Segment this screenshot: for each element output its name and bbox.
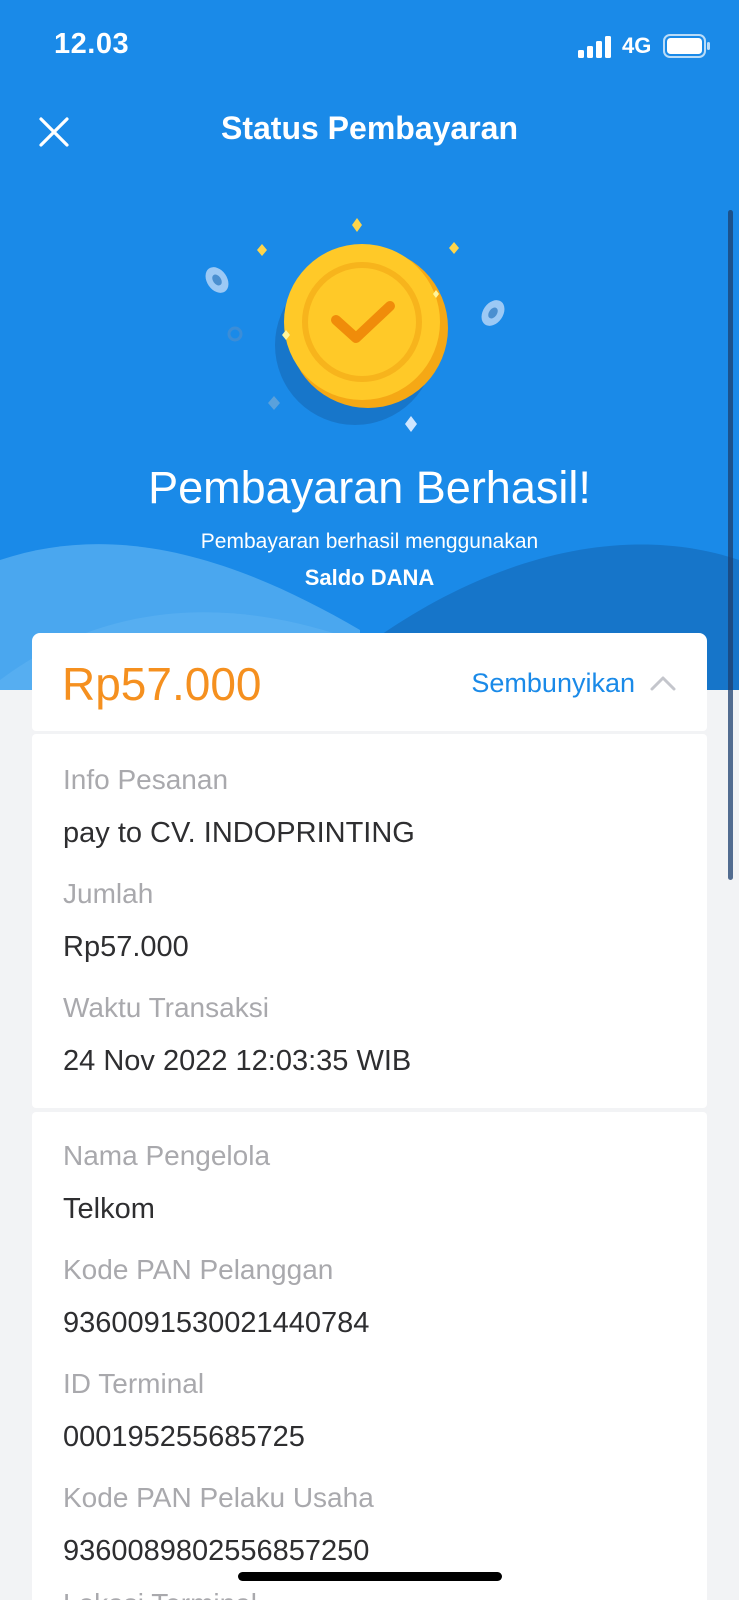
success-subtitle: Pembayaran berhasil menggunakan <box>200 530 539 553</box>
customer-pan-label: Kode PAN Pelanggan <box>63 1254 334 1285</box>
payment-method: Saldo DANA <box>304 565 435 590</box>
terminal-id-label: ID Terminal <box>63 1368 205 1399</box>
transaction-time-label: Waktu Transaksi <box>63 992 269 1023</box>
terminal-id-value: 000195255685725 <box>63 1421 305 1453</box>
merchant-details-card: Nama Pengelola Telkom Kode PAN Pelanggan… <box>32 1112 707 1600</box>
scroll-indicator[interactable] <box>728 210 733 880</box>
status-time: 12.03 <box>54 28 130 60</box>
amount-value: Rp57.000 <box>63 931 189 963</box>
operator-name-value: Telkom <box>63 1193 155 1225</box>
header-hero: 12.03 4G Status Pembayaran Pembayaran Be… <box>0 0 739 690</box>
amount-card: Rp57.000 Sembunyikan <box>32 633 707 731</box>
hide-details-button[interactable]: Sembunyikan <box>471 665 677 701</box>
status-bar: 12.03 4G <box>0 0 739 90</box>
order-info-value: pay to CV. INDOPRINTING <box>63 817 415 849</box>
hide-details-label: Sembunyikan <box>471 667 635 698</box>
order-info-card: Info Pesanan pay to CV. INDOPRINTING Jum… <box>32 734 707 1108</box>
home-indicator[interactable] <box>238 1572 502 1581</box>
merchant-pan-label: Kode PAN Pelaku Usaha <box>63 1482 374 1513</box>
amount-label: Jumlah <box>63 878 154 909</box>
transaction-time-value: 24 Nov 2022 12:03:35 WIB <box>63 1045 412 1077</box>
network-label: 4G <box>622 33 652 58</box>
success-title: Pembayaran Berhasil! <box>148 462 591 513</box>
coin-check-icon <box>205 218 505 432</box>
battery-icon <box>663 34 710 58</box>
customer-pan-value: 9360091530021440784 <box>63 1307 370 1339</box>
order-info-label: Info Pesanan <box>63 764 229 795</box>
terminal-location-label: Lokasi Terminal <box>63 1588 257 1600</box>
total-amount: Rp57.000 <box>62 658 262 710</box>
chevron-up-icon <box>650 676 676 691</box>
operator-name-label: Nama Pengelola <box>63 1140 271 1171</box>
signal-icon <box>578 36 611 58</box>
page-title: Status Pembayaran <box>220 110 518 146</box>
merchant-pan-value: 9360089802556857250 <box>63 1535 370 1567</box>
